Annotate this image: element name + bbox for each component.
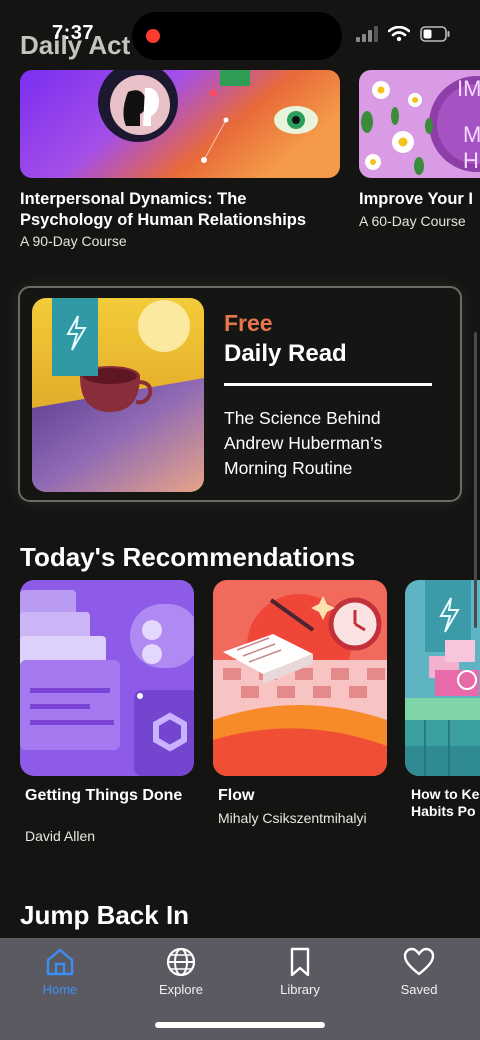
recommendation-author: Mihaly Csikszentmihalyi [218, 810, 367, 826]
divider [224, 383, 432, 386]
book-cover-habits [405, 580, 480, 776]
course-art-text-mid: M [463, 122, 480, 147]
recommendations-title: Today's Recommendations [20, 542, 356, 572]
status-icons [356, 26, 450, 42]
nav-home[interactable]: Home [10, 946, 110, 997]
course-subtitle: A 60-Day Course [359, 213, 466, 229]
recommendation-title[interactable]: How to Ke Habits Po [411, 786, 480, 820]
nav-saved[interactable]: Saved [369, 946, 469, 997]
book-cover-flow [213, 580, 387, 776]
nav-library-label: Library [280, 982, 320, 997]
jump-back-in-title: Jump Back In [20, 900, 190, 930]
course-art-text-top: IM [457, 76, 480, 101]
course-artwork-interpersonal [20, 70, 340, 178]
signal-icon [356, 26, 378, 42]
bookmark-icon [290, 947, 310, 977]
recommendation-card-habits[interactable] [405, 580, 480, 776]
recording-indicator [146, 29, 160, 43]
recommendation-title[interactable]: Getting Things Done [25, 786, 185, 805]
recommendation-author: David Allen [25, 828, 96, 844]
wifi-icon [388, 26, 410, 42]
course-art-text-bot: H [463, 148, 479, 173]
course-artwork-improve: IM M H [359, 70, 480, 178]
nav-saved-label: Saved [400, 982, 438, 997]
free-badge: Free [224, 310, 273, 336]
status-time: 7:37 [52, 22, 95, 44]
book-cover-getting-things-done [20, 580, 194, 776]
nav-library[interactable]: Library [250, 946, 350, 997]
dynamic-island [132, 12, 342, 60]
home-indicator [155, 1022, 325, 1028]
daily-read-artwork [32, 298, 204, 492]
course-title[interactable]: Interpersonal Dynamics: The Psychology o… [20, 189, 340, 231]
heart-icon [403, 947, 435, 976]
globe-icon [166, 947, 196, 977]
daily-read-card[interactable]: Free Daily Read The Science Behind Andre… [18, 286, 462, 502]
daily-read-description: The Science Behind Andrew Huberman’s Mor… [224, 408, 383, 478]
battery-icon [420, 26, 450, 42]
scrollbar[interactable] [474, 332, 477, 628]
recommendation-card-getting-things-done[interactable] [20, 580, 194, 776]
course-subtitle: A 90-Day Course [20, 233, 127, 249]
course-card-improve[interactable]: IM M H [359, 70, 480, 178]
course-title[interactable]: Improve Your I [359, 189, 473, 210]
daily-read-title: Daily Read [224, 340, 347, 367]
home-icon [46, 948, 74, 976]
recommendation-card-flow[interactable] [213, 580, 387, 776]
nav-home-label: Home [42, 982, 78, 997]
recommendation-title[interactable]: Flow [218, 786, 378, 805]
course-card-interpersonal[interactable] [20, 70, 340, 178]
nav-explore[interactable]: Explore [131, 946, 231, 997]
nav-explore-label: Explore [158, 982, 204, 997]
